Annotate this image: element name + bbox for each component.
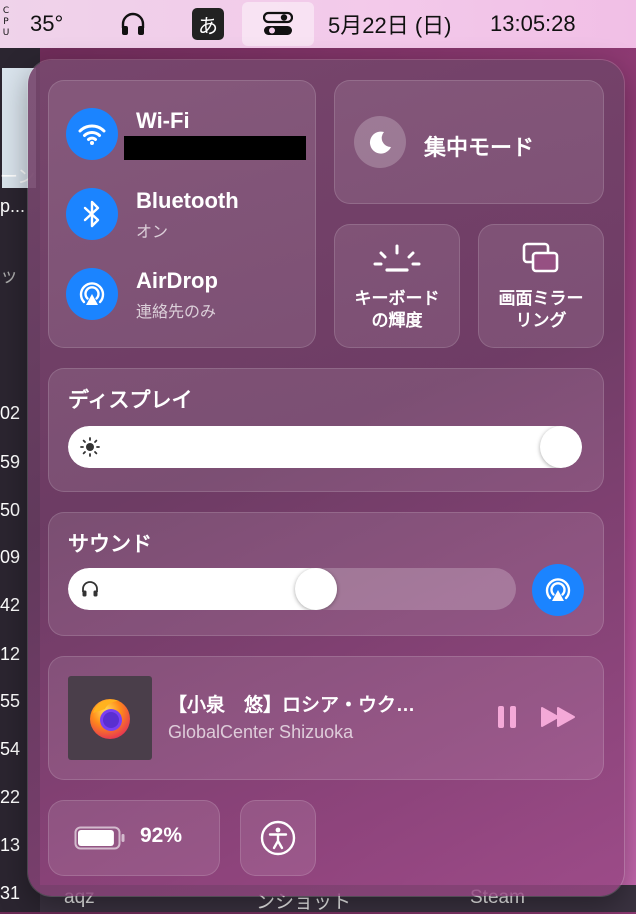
menubar-time[interactable]: 13:05:28 (490, 10, 576, 38)
volume-slider-knob[interactable] (295, 568, 338, 610)
wifi-network-name-redacted (124, 136, 306, 160)
display-slider-knob[interactable] (540, 426, 582, 468)
bg-text: 31 (0, 883, 21, 903)
screen-mirroring-label-line2: リング (515, 311, 567, 330)
bg-text: 55 (0, 691, 21, 711)
keyboard-brightness-label-line2: の輝度 (371, 311, 423, 330)
airdrop-icon (79, 282, 105, 305)
bluetooth-icon (83, 200, 100, 228)
sound-title: サウンド (68, 533, 152, 556)
keyboard-brightness-label-line1: キーボード (354, 289, 440, 308)
volume-slider[interactable] (68, 568, 516, 610)
moon-icon (369, 131, 391, 154)
connectivity-tile: Wi-Fi Bluetooth オン AirDrop 連絡先のみ (48, 80, 316, 348)
sound-tile: サウンド (48, 512, 604, 636)
battery-tile[interactable]: 92% (48, 800, 220, 876)
accessibility-tile[interactable] (240, 800, 316, 876)
bluetooth-status: オン (136, 224, 169, 241)
bg-text: ッ (0, 266, 18, 286)
pause-icon[interactable] (496, 704, 518, 730)
sun-icon (80, 437, 100, 457)
headphones-icon (82, 581, 98, 597)
firefox-icon (90, 699, 130, 739)
menu-bar: CPU 35° あ 5月22日 (日) 13:05:28 (0, 0, 636, 48)
audio-output-button[interactable] (532, 564, 584, 616)
cpu-label: CPU (2, 6, 12, 39)
fast-forward-icon[interactable] (540, 706, 578, 728)
now-playing-tile: 【小泉 悠】ロシア・ウク… GlobalCenter Shizuoka (48, 656, 604, 780)
keyboard-brightness-tile[interactable]: キーボード の輝度 (334, 224, 460, 348)
bg-text: 59 (0, 452, 21, 472)
now-playing-title: 【小泉 悠】ロシア・ウク… (168, 695, 416, 716)
airdrop-label[interactable]: AirDrop (136, 268, 218, 294)
screen-mirroring-tile[interactable]: 画面ミラー リング (478, 224, 604, 348)
now-playing-artist: GlobalCenter Shizuoka (168, 722, 354, 742)
display-tile: ディスプレイ (48, 368, 604, 492)
battery-percentage: 92% (140, 824, 183, 847)
screen-mirroring-icon (522, 242, 559, 273)
display-brightness-slider[interactable] (68, 426, 582, 468)
battery-icon (74, 826, 125, 850)
airdrop-status: 連絡先のみ (136, 304, 217, 321)
bluetooth-label[interactable]: Bluetooth (136, 188, 239, 214)
focus-toggle[interactable] (354, 116, 406, 168)
bg-text: 54 (0, 739, 21, 759)
keyboard-brightness-icon (373, 244, 421, 272)
control-center-icon[interactable] (242, 2, 314, 46)
focus-label: 集中モード (424, 135, 535, 160)
cpu-temperature[interactable]: 35° (30, 10, 63, 38)
wifi-icon (78, 124, 106, 145)
accessibility-icon (260, 820, 296, 856)
bg-text: 09 (0, 547, 21, 567)
cpu-text: CPU (2, 6, 10, 38)
bg-text: p... (0, 196, 26, 216)
display-title: ディスプレイ (68, 389, 193, 412)
bg-text: 50 (0, 500, 21, 520)
bg-text: 42 (0, 595, 21, 615)
bg-text: 12 (0, 644, 21, 664)
display-slider-fill (68, 426, 582, 468)
bluetooth-toggle[interactable] (66, 188, 118, 240)
wifi-label[interactable]: Wi-Fi (136, 108, 190, 134)
menubar-date[interactable]: 5月22日 (日) (328, 10, 451, 38)
airplay-audio-icon (545, 578, 571, 601)
bg-text: 02 (0, 403, 21, 423)
airdrop-toggle[interactable] (66, 268, 118, 320)
wifi-toggle[interactable] (66, 108, 118, 160)
focus-mode-tile[interactable]: 集中モード (334, 80, 604, 204)
screen-mirroring-label-line1: 画面ミラー (498, 289, 584, 308)
input-method-indicator[interactable]: あ (192, 8, 224, 40)
bg-text: 13 (0, 835, 21, 855)
bg-text: 22 (0, 787, 21, 807)
headphones-icon[interactable] (118, 10, 148, 38)
control-center-panel: Wi-Fi Bluetooth オン AirDrop 連絡先のみ 集中モード キ… (28, 60, 624, 896)
now-playing-artwork[interactable] (68, 676, 152, 760)
